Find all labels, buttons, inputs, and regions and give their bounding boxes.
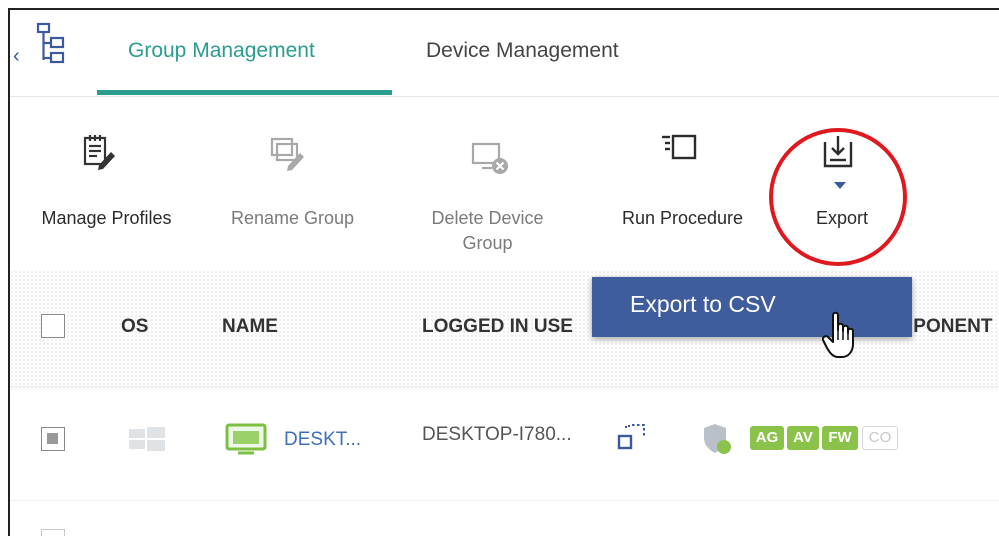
row-checkbox[interactable] xyxy=(41,427,65,451)
hierarchy-icon[interactable] xyxy=(32,22,68,66)
app-frame: ‹ Group Management Device Management Man… xyxy=(8,8,999,536)
logged-in-user-value: DESKTOP-I780... xyxy=(422,424,572,445)
badge-av: AV xyxy=(787,426,819,450)
select-all-checkbox[interactable] xyxy=(41,314,65,338)
column-os[interactable]: OS xyxy=(121,316,148,338)
chevron-down-icon xyxy=(834,182,846,189)
run-procedure-icon xyxy=(662,134,697,160)
tab-group-management[interactable]: Group Management xyxy=(128,36,315,66)
windows-os-icon xyxy=(129,427,165,451)
row-checkbox-2[interactable] xyxy=(41,529,65,536)
delete-device-group-label-line1: Delete Device xyxy=(431,208,544,228)
manage-profiles-label: Manage Profiles xyxy=(41,208,172,228)
column-logged-in-user[interactable]: LOGGED IN USE xyxy=(422,316,573,338)
remote-control-icon[interactable] xyxy=(615,420,649,454)
badge-co: CO xyxy=(862,426,898,450)
export-to-csv-item[interactable]: Export to CSV xyxy=(630,291,776,318)
badge-fw: FW xyxy=(822,426,858,450)
active-tab-indicator xyxy=(97,90,392,95)
row-divider xyxy=(10,386,999,387)
export-dropdown-menu: Export to CSV xyxy=(592,277,912,337)
export-label: Export xyxy=(815,208,869,228)
rename-group-icon xyxy=(270,137,304,171)
toolbar: Manage Profiles Rename Group Delete Devi… xyxy=(10,97,999,267)
delete-device-group-label-line2: Group xyxy=(462,233,513,253)
column-components[interactable]: IPONENT xyxy=(908,316,992,338)
shield-status-icon xyxy=(704,424,731,454)
device-monitor-icon xyxy=(225,423,267,455)
column-name[interactable]: NAME xyxy=(222,316,278,338)
rename-group-label: Rename Group xyxy=(230,208,355,228)
delete-monitor-icon xyxy=(471,142,508,174)
tab-device-management[interactable]: Device Management xyxy=(426,36,619,66)
export-download-icon xyxy=(823,136,853,168)
hand-cursor-icon xyxy=(822,311,854,358)
run-procedure-label: Run Procedure xyxy=(621,208,744,228)
back-chevron-icon[interactable]: ‹ xyxy=(13,46,21,66)
row-divider-2 xyxy=(10,500,999,501)
badge-ag: AG xyxy=(750,426,784,450)
clipboard-edit-icon xyxy=(83,135,115,170)
tab-bar: ‹ Group Management Device Management xyxy=(10,10,999,97)
device-name-link[interactable]: DESKT... xyxy=(284,429,361,451)
